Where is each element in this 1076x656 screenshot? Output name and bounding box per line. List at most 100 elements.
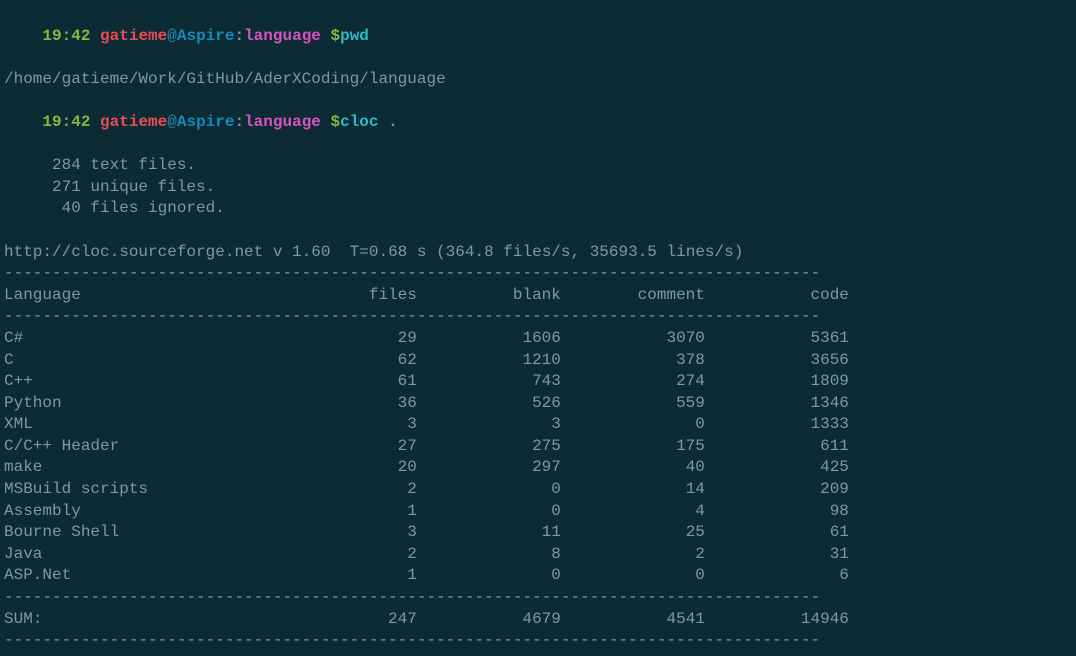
cell-files: 3 [273, 414, 417, 436]
cell-files: 62 [273, 350, 417, 372]
cell-language: Python [4, 393, 273, 415]
cell-language: Assembly [4, 501, 273, 523]
table-row: C++617432741809 [4, 371, 849, 393]
cell-comment: 274 [561, 371, 705, 393]
separator: ----------------------------------------… [4, 587, 1072, 609]
cloc-table-sum: SUM: 247 4679 4541 14946 [4, 609, 849, 631]
cell-comment: 25 [561, 522, 705, 544]
cell-code: 611 [705, 436, 849, 458]
cell-code: 1346 [705, 393, 849, 415]
cloc-table: Language files blank comment code [4, 285, 849, 307]
terminal[interactable]: 19:42 gatieme@Aspire:language $pwd /home… [4, 4, 1072, 652]
table-row: C6212103783656 [4, 350, 849, 372]
cell-blank: 8 [417, 544, 561, 566]
cell-language: Bourne Shell [4, 522, 273, 544]
sum-comment: 4541 [561, 609, 705, 631]
sum-label: SUM: [4, 609, 273, 631]
blank-line [4, 220, 1072, 242]
cell-code: 1809 [705, 371, 849, 393]
cell-files: 1 [273, 565, 417, 587]
separator: ----------------------------------------… [4, 263, 1072, 285]
table-row: XML3301333 [4, 414, 849, 436]
stats-line: http://cloc.sourceforge.net v 1.60 T=0.6… [4, 242, 1072, 264]
header-blank: blank [417, 285, 561, 307]
cell-files: 1 [273, 501, 417, 523]
pwd-output: /home/gatieme/Work/GitHub/AderXCoding/la… [4, 69, 1072, 91]
header-files: files [273, 285, 417, 307]
cell-blank: 1210 [417, 350, 561, 372]
prompt-time: 19:42 [42, 113, 90, 131]
cell-language: MSBuild scripts [4, 479, 273, 501]
cell-files: 2 [273, 544, 417, 566]
cell-language: C [4, 350, 273, 372]
cell-language: C/C++ Header [4, 436, 273, 458]
prompt-at: @ [167, 27, 177, 45]
cell-comment: 0 [561, 414, 705, 436]
cell-code: 3656 [705, 350, 849, 372]
summary-line: 271 unique files. [4, 177, 1072, 199]
sum-blank: 4679 [417, 609, 561, 631]
command-text: cloc . [340, 113, 398, 131]
table-row: C#29160630705361 [4, 328, 849, 350]
cell-comment: 175 [561, 436, 705, 458]
cell-files: 3 [273, 522, 417, 544]
cell-comment: 559 [561, 393, 705, 415]
cell-blank: 0 [417, 501, 561, 523]
prompt-host: Aspire [177, 113, 235, 131]
prompt-colon: : [234, 113, 244, 131]
cell-language: Java [4, 544, 273, 566]
table-row: C/C++ Header27275175611 [4, 436, 849, 458]
header-comment: comment [561, 285, 705, 307]
cell-files: 29 [273, 328, 417, 350]
cell-comment: 2 [561, 544, 705, 566]
table-row: Java28231 [4, 544, 849, 566]
cell-files: 2 [273, 479, 417, 501]
cell-blank: 0 [417, 565, 561, 587]
cell-comment: 3070 [561, 328, 705, 350]
cell-code: 209 [705, 479, 849, 501]
sum-files: 247 [273, 609, 417, 631]
header-code: code [705, 285, 849, 307]
prompt-dollar: $ [321, 113, 340, 131]
prompt-user: gatieme [100, 113, 167, 131]
table-row: Assembly10498 [4, 501, 849, 523]
cell-comment: 40 [561, 457, 705, 479]
summary-line: 40 files ignored. [4, 198, 1072, 220]
cell-code: 31 [705, 544, 849, 566]
prompt-path: language [244, 113, 321, 131]
sum-code: 14946 [705, 609, 849, 631]
cell-comment: 4 [561, 501, 705, 523]
cell-comment: 0 [561, 565, 705, 587]
cell-language: C++ [4, 371, 273, 393]
cell-files: 61 [273, 371, 417, 393]
cell-language: ASP.Net [4, 565, 273, 587]
cell-language: make [4, 457, 273, 479]
cell-blank: 743 [417, 371, 561, 393]
cell-files: 27 [273, 436, 417, 458]
prompt-time: 19:42 [42, 27, 90, 45]
prompt-at: @ [167, 113, 177, 131]
table-row: ASP.Net1006 [4, 565, 849, 587]
cell-blank: 11 [417, 522, 561, 544]
prompt-line-1: 19:42 gatieme@Aspire:language $pwd [4, 4, 1072, 69]
cell-code: 6 [705, 565, 849, 587]
cell-files: 20 [273, 457, 417, 479]
prompt-dollar: $ [321, 27, 340, 45]
prompt-line-2: 19:42 gatieme@Aspire:language $cloc . [4, 90, 1072, 155]
cloc-table-body: C#29160630705361C6212103783656C++6174327… [4, 328, 849, 587]
table-row: Bourne Shell3112561 [4, 522, 849, 544]
prompt-host: Aspire [177, 27, 235, 45]
cell-language: C# [4, 328, 273, 350]
cell-blank: 297 [417, 457, 561, 479]
header-language: Language [4, 285, 273, 307]
prompt-path: language [244, 27, 321, 45]
prompt-colon: : [234, 27, 244, 45]
cell-blank: 0 [417, 479, 561, 501]
table-row: make2029740425 [4, 457, 849, 479]
table-header-row: Language files blank comment code [4, 285, 849, 307]
cell-language: XML [4, 414, 273, 436]
cell-blank: 275 [417, 436, 561, 458]
cell-code: 425 [705, 457, 849, 479]
cell-blank: 3 [417, 414, 561, 436]
cell-comment: 378 [561, 350, 705, 372]
